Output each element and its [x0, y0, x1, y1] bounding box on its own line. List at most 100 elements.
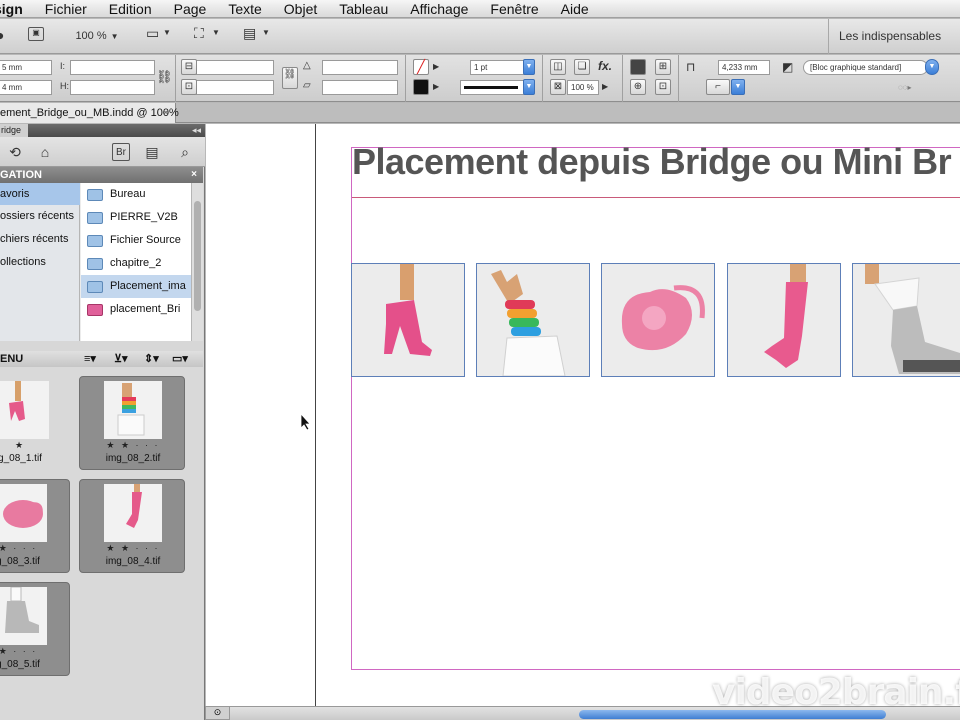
pink-boot-image — [728, 264, 840, 376]
bridge-toolbar: ⟲ ⌂ Br ▤ ⌕ — [0, 137, 205, 167]
thumbnail-item[interactable]: ★ · · · g_08_3.tif — [0, 479, 70, 573]
corner-icon[interactable]: ⌐ — [706, 79, 730, 95]
thumbnail-item[interactable]: ★ ★ · · · img_08_4.tif — [79, 479, 185, 573]
collapse-icon[interactable]: ◂◂ — [192, 124, 201, 137]
file-item-placement-bridge[interactable]: placement_Bri — [81, 298, 191, 321]
image-frame[interactable] — [727, 263, 841, 377]
stroke-type-dropdown[interactable] — [460, 80, 525, 95]
scale-y-field[interactable] — [196, 80, 274, 95]
scrollbar-thumb[interactable] — [194, 201, 201, 311]
menu-tableau[interactable]: Tableau — [339, 1, 388, 17]
shadow-icon[interactable]: ❏ — [574, 59, 590, 75]
object-style-chevron[interactable]: ▼ — [925, 59, 939, 75]
sort-icon[interactable]: ⇕▾ — [144, 351, 159, 367]
thumbnail-name: img_08_4.tif — [105, 556, 161, 567]
margin-guide-left — [351, 147, 352, 670]
bracelets-image — [117, 383, 145, 436]
divider — [542, 55, 543, 102]
menu-edition[interactable]: Edition — [109, 1, 152, 17]
thumbnail-item[interactable]: ★ ★ · · · img_08_2.tif — [79, 376, 185, 470]
screen-mode-icon[interactable]: ⛶ — [194, 25, 204, 42]
shear-field[interactable] — [322, 80, 398, 95]
search-icon[interactable]: ⌕ — [176, 143, 194, 161]
fill-frame-icon[interactable]: ⊡ — [655, 79, 671, 95]
rotate-field[interactable] — [322, 60, 398, 75]
object-style-dropdown[interactable]: [Bloc graphique standard] — [803, 60, 928, 75]
folder-item-chapitre[interactable]: chapitre_2 — [81, 252, 191, 275]
document-tab[interactable]: ement_Bridge_ou_MB.indd @ 100% × — [0, 103, 179, 123]
constrain-proportions-icon[interactable]: ⛓ — [156, 69, 173, 85]
rating-stars: ★ — [14, 440, 26, 450]
fit-frame-icon[interactable] — [630, 59, 646, 75]
folder-item-fichier-source[interactable]: Fichier Source — [81, 229, 191, 252]
close-icon[interactable]: × — [163, 103, 169, 123]
fav-item-recent-files[interactable]: chiers récents — [0, 228, 80, 250]
height-field[interactable] — [70, 80, 155, 95]
scale-lock-icon[interactable]: ⛓ — [282, 67, 298, 89]
image-frame[interactable] — [852, 263, 960, 377]
fav-item-favoris[interactable]: avoris — [0, 183, 80, 205]
panel-title[interactable]: ridge — [0, 124, 28, 137]
y-position-field[interactable]: 4 mm — [0, 80, 52, 95]
zoom-dropdown[interactable]: 100 % ▼ — [70, 26, 124, 46]
view-menu-icon[interactable]: ≡▾ — [84, 351, 96, 367]
fav-item-recent-folders[interactable]: ossiers récents — [0, 205, 80, 227]
home-icon[interactable]: ⌂ — [36, 143, 54, 161]
drop-shadow-icon[interactable]: ◫ — [550, 59, 566, 75]
workspace-switcher[interactable]: Les indispensables — [828, 19, 960, 54]
thumbnail-item[interactable]: ★ g_08_1.tif — [0, 376, 72, 470]
tools-icon[interactable]: ▭▾ — [172, 351, 188, 367]
image-frame[interactable] — [601, 263, 715, 377]
minibridge-icon[interactable]: ▣ — [28, 27, 44, 41]
application-bar: ● ▣ 100 % ▼ ▭ ▼ ⛶ ▼ ▤ ▼ Les indispensable… — [0, 19, 960, 54]
menu-fichier[interactable]: Fichier — [45, 1, 87, 17]
rotate-icon: △ — [303, 60, 311, 71]
image-frame[interactable] — [476, 263, 590, 377]
page-title-text-frame[interactable]: Placement depuis Bridge ou Mini Br — [352, 141, 960, 183]
bridge-launch-icon[interactable]: ● — [0, 27, 4, 43]
folder-icon — [87, 258, 103, 270]
fill-none-swatch[interactable]: ╱ — [413, 59, 429, 75]
x-position-field[interactable]: 5 mm — [0, 60, 52, 75]
favorites-list: avoris ossiers récents chiers récents ol… — [0, 183, 80, 341]
go-back-icon[interactable]: ⟲ — [6, 143, 24, 161]
stroke-type-chevron[interactable]: ▼ — [523, 79, 535, 95]
style-options-icon[interactable]: ◌◌▸ — [898, 83, 912, 92]
navigation-scrollbar[interactable] — [191, 183, 203, 341]
divider — [175, 55, 176, 102]
effects-icon[interactable]: fx. — [598, 59, 612, 73]
page-navigation-icon[interactable]: ⊙ — [205, 706, 230, 720]
view-options-icon[interactable]: ▭ — [146, 25, 159, 42]
arrange-documents-icon[interactable]: ▤ — [243, 25, 256, 42]
close-icon[interactable]: × — [191, 167, 197, 183]
menu-page[interactable]: Page — [174, 1, 207, 17]
folder-item-pierre[interactable]: PIERRE_V2B — [81, 206, 191, 229]
pasteboard[interactable] — [206, 124, 960, 706]
gutter-field[interactable]: 4,233 mm — [718, 60, 770, 75]
opacity-field[interactable]: 100 % — [567, 80, 599, 95]
filter-icon[interactable]: ⊻▾ — [114, 351, 128, 367]
panel-view-icon[interactable]: ▤ — [143, 143, 161, 161]
stroke-weight-dropdown[interactable]: ▼ — [523, 59, 535, 75]
navigation-pane: avoris ossiers récents chiers récents ol… — [0, 183, 203, 341]
menu-texte[interactable]: Texte — [228, 1, 261, 17]
fav-item-collections[interactable]: ollections — [0, 251, 80, 273]
stroke-swatch[interactable] — [413, 79, 429, 95]
thumbnail-item[interactable]: ★ · · · g_08_5.tif — [0, 582, 70, 676]
folder-item-placement-images[interactable]: Placement_ima — [81, 275, 191, 298]
stroke-weight-field[interactable]: 1 pt — [470, 60, 528, 75]
menu-fenetre[interactable]: Fenêtre — [490, 1, 538, 17]
menu-affichage[interactable]: Affichage — [410, 1, 468, 17]
fit-content-icon[interactable]: ⊞ — [655, 59, 671, 75]
image-frame[interactable] — [351, 263, 465, 377]
menu-objet[interactable]: Objet — [284, 1, 317, 17]
bridge-icon[interactable]: Br — [112, 143, 130, 161]
scale-x-field[interactable] — [196, 60, 274, 75]
menu-aide[interactable]: Aide — [561, 1, 589, 17]
width-field[interactable] — [70, 60, 155, 75]
app-menu[interactable]: sign — [0, 1, 23, 17]
folder-item-bureau[interactable]: Bureau — [81, 183, 191, 206]
navigation-header[interactable]: GATION × — [0, 167, 203, 183]
corner-dropdown[interactable]: ▼ — [731, 79, 745, 95]
center-content-icon[interactable]: ⊕ — [630, 79, 646, 95]
